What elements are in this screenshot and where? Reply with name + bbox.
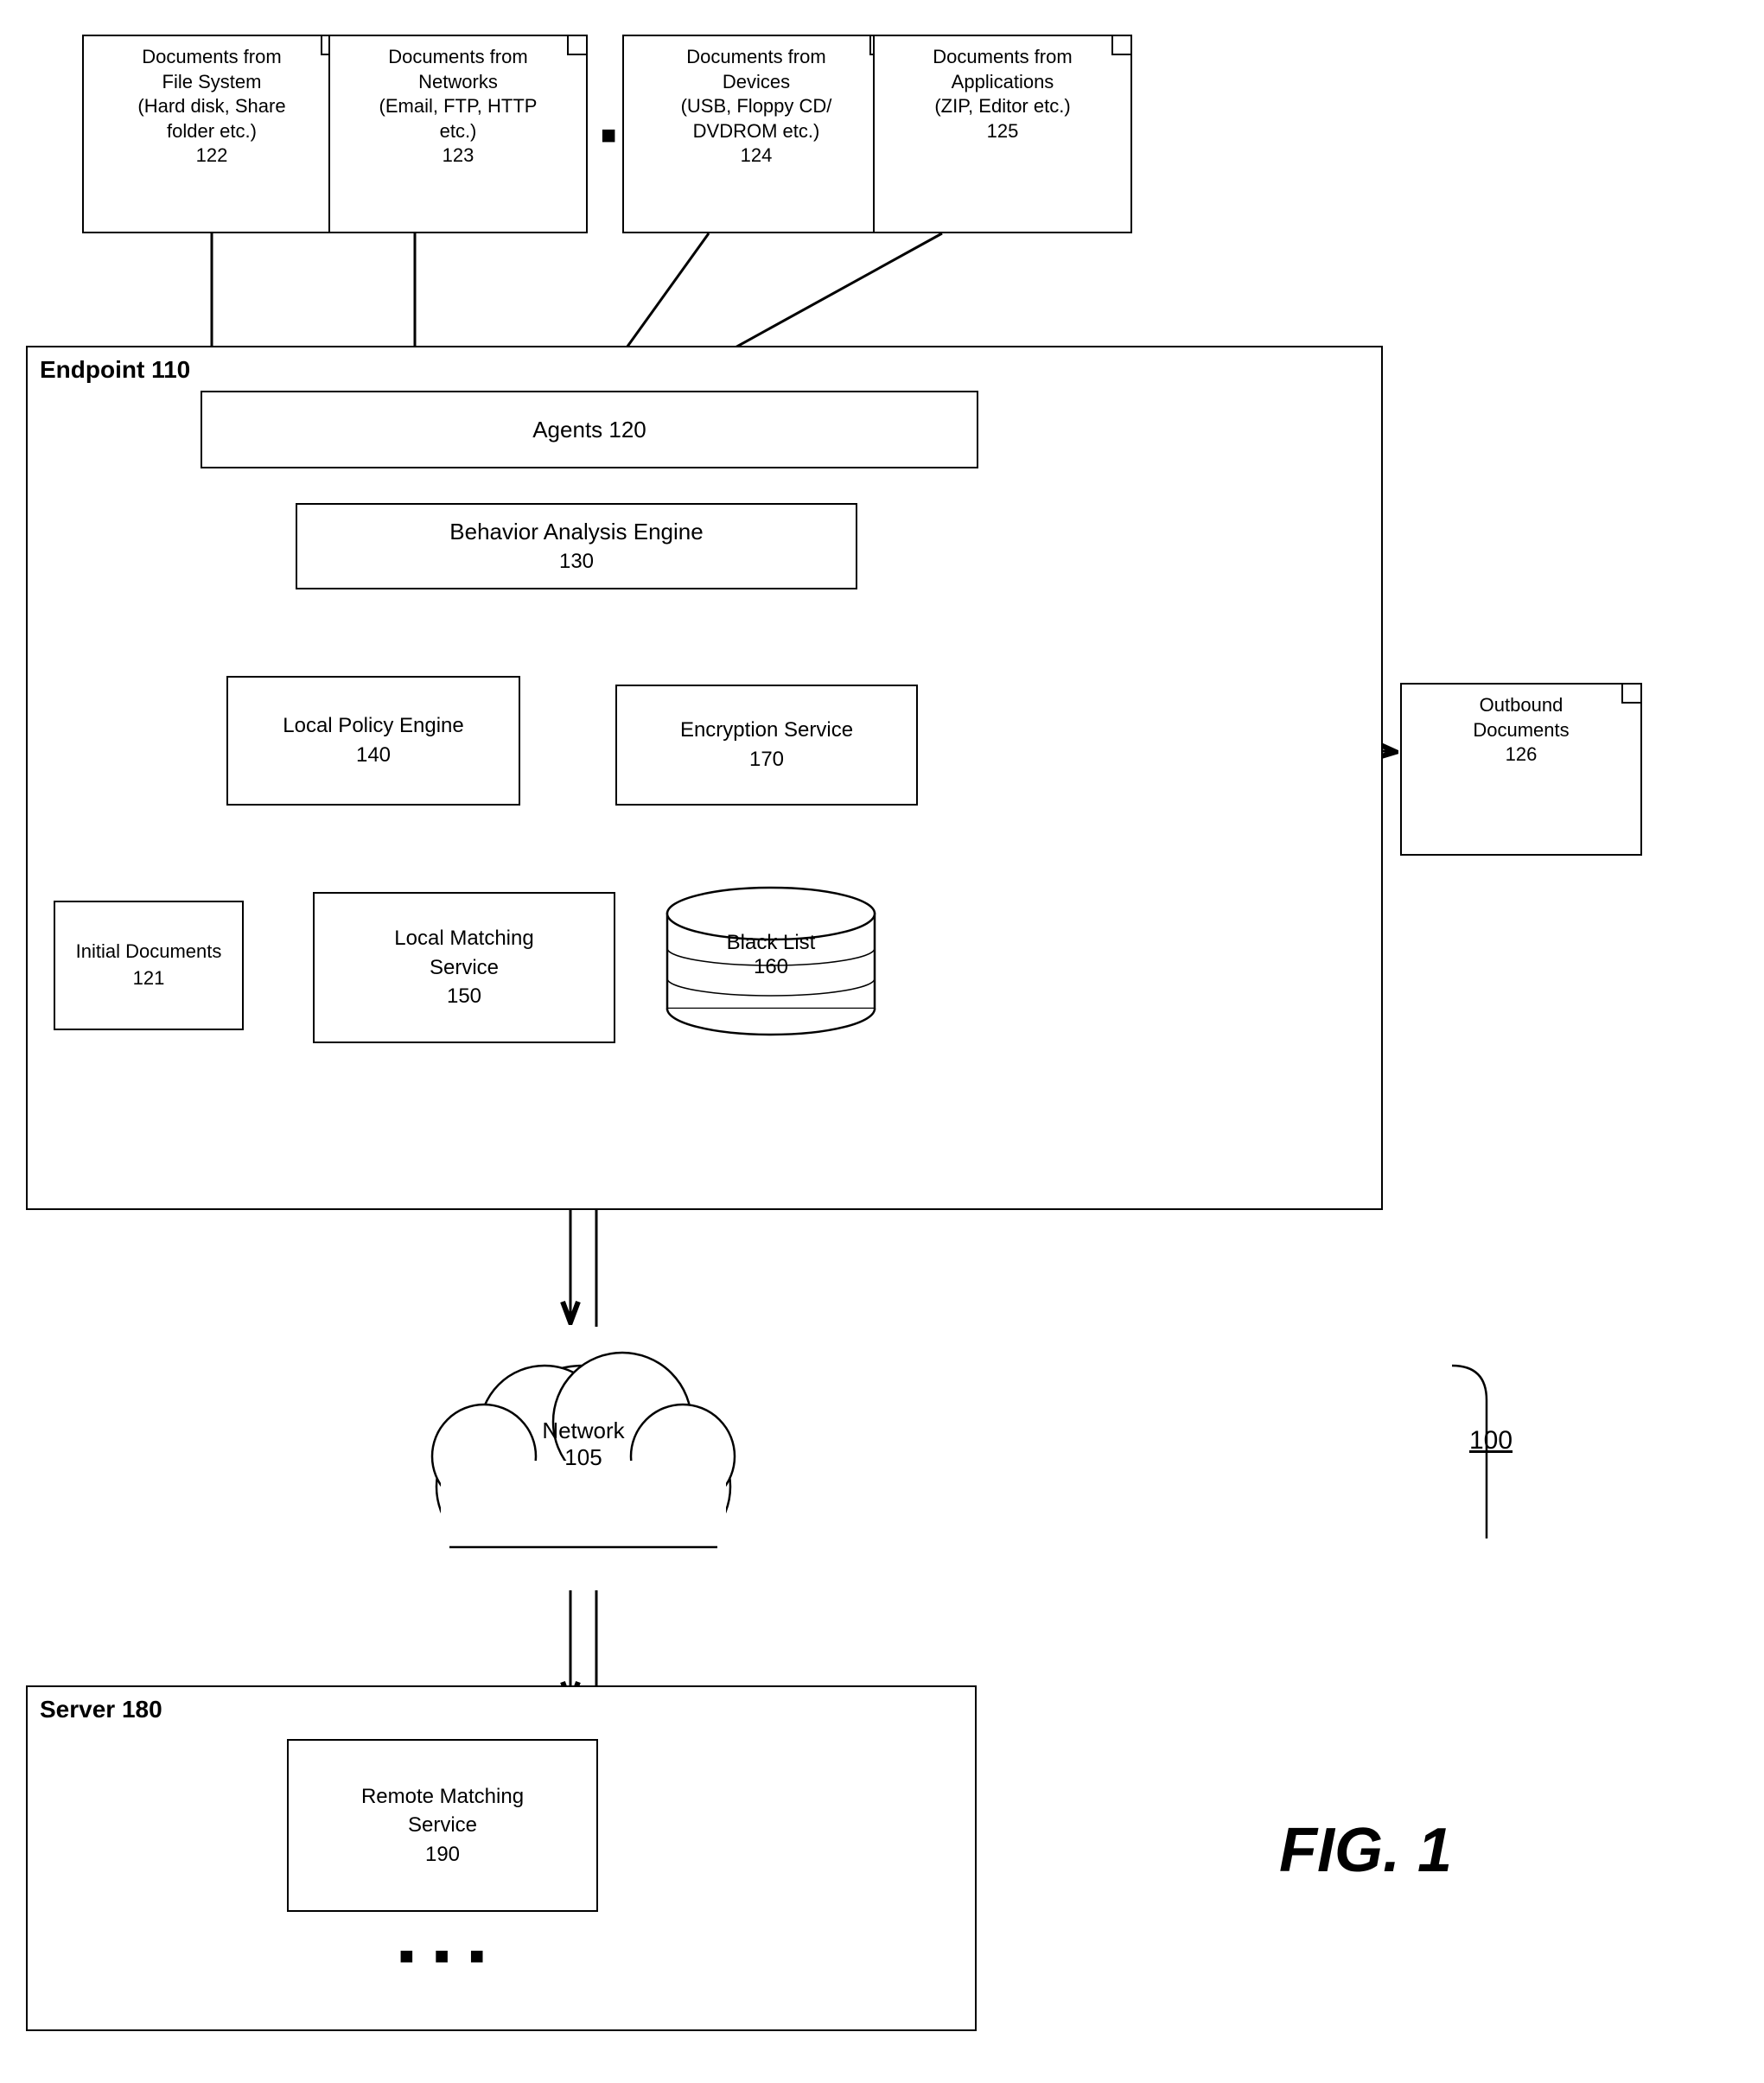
doc-source-123: Documents from Networks (Email, FTP, HTT… <box>328 35 588 233</box>
outbound-docs-number: 126 <box>1409 742 1633 768</box>
server-dots: ■ ■ ■ <box>399 1942 491 1970</box>
encryption-box: Encryption Service 170 <box>615 685 918 806</box>
initial-docs-number: 121 <box>76 965 222 992</box>
encryption-number: 170 <box>680 745 853 774</box>
local-policy-number: 140 <box>283 741 463 770</box>
blacklist-db: Black List 160 <box>659 879 883 1043</box>
doc-source-125-label: Documents from Applications (ZIP, Editor… <box>933 46 1072 117</box>
doc-source-125-number: 125 <box>987 120 1019 142</box>
agents-label: Agents 120 <box>532 414 646 445</box>
doc-source-125: Documents from Applications (ZIP, Editor… <box>873 35 1132 233</box>
diagram: Documents from File System (Hard disk, S… <box>0 0 1764 2083</box>
remote-matching-number: 190 <box>361 1840 524 1870</box>
outbound-docs-box: Outbound Documents 126 <box>1400 683 1642 856</box>
doc-source-124-label: Documents from Devices (USB, Floppy CD/ … <box>681 46 832 142</box>
local-matching-number: 150 <box>394 982 533 1011</box>
initial-docs-box: Initial Documents 121 <box>54 901 244 1030</box>
system-label: 100 <box>1469 1426 1512 1456</box>
doc-source-123-label: Documents from Networks (Email, FTP, HTT… <box>379 46 538 142</box>
server-container: Server 180 Remote MatchingService 190 ■ … <box>26 1685 977 2031</box>
doc-source-122-number: 122 <box>196 144 228 166</box>
doc-source-124-number: 124 <box>741 144 773 166</box>
fig-label: FIG. 1 <box>1279 1815 1452 1886</box>
remote-matching-label: Remote MatchingService <box>361 1782 524 1840</box>
remote-matching-box: Remote MatchingService 190 <box>287 1739 598 1912</box>
doc-source-122-label: Documents from File System (Hard disk, S… <box>137 46 285 142</box>
network-label: Network <box>372 1417 795 1444</box>
endpoint-label: Endpoint 110 <box>40 356 190 384</box>
local-matching-label: Local MatchingService <box>394 924 533 982</box>
local-policy-box: Local Policy Engine 140 <box>226 676 520 806</box>
encryption-label: Encryption Service <box>680 716 853 745</box>
initial-docs-label: Initial Documents <box>76 939 222 965</box>
agents-box: Agents 120 <box>201 391 978 468</box>
blacklist-label: Black List <box>659 931 883 955</box>
doc-source-122: Documents from File System (Hard disk, S… <box>82 35 341 233</box>
local-matching-box: Local MatchingService 150 <box>313 892 615 1043</box>
doc-source-124: Documents from Devices (USB, Floppy CD/ … <box>622 35 890 233</box>
endpoint-container: Endpoint 110 Agents 120 Behavior Analysi… <box>26 346 1383 1210</box>
blacklist-number: 160 <box>659 955 883 979</box>
network-number: 105 <box>372 1444 795 1471</box>
doc-source-123-number: 123 <box>443 144 474 166</box>
local-policy-label: Local Policy Engine <box>283 711 463 741</box>
behavior-analysis-box: Behavior Analysis Engine 130 <box>296 503 857 589</box>
server-label: Server 180 <box>40 1696 162 1723</box>
network-cloud: Network 105 <box>372 1288 795 1590</box>
behavior-label: Behavior Analysis Engine <box>449 516 703 547</box>
outbound-docs-label: Outbound Documents <box>1409 693 1633 742</box>
behavior-number: 130 <box>449 547 703 576</box>
